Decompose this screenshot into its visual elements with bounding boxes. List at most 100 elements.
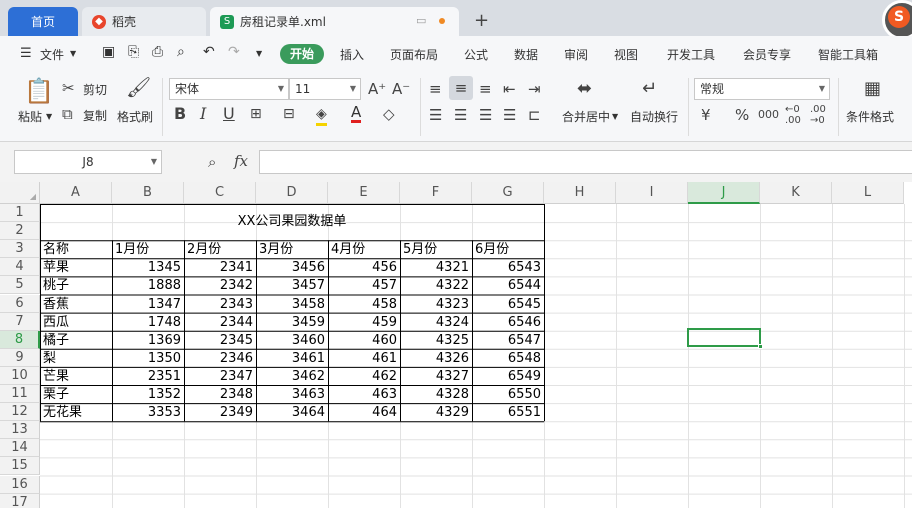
value-cell[interactable]: 1347 bbox=[113, 296, 183, 313]
value-cell[interactable]: 2341 bbox=[185, 259, 255, 276]
format-painter-button[interactable]: 格式刷 bbox=[117, 108, 153, 125]
header-cell[interactable]: 6月份 bbox=[473, 241, 543, 258]
value-cell[interactable]: 458 bbox=[329, 296, 399, 313]
font-color-icon[interactable]: A bbox=[351, 105, 362, 123]
font-size-select[interactable]: 11 ▼ bbox=[289, 78, 361, 100]
value-cell[interactable]: 462 bbox=[329, 368, 399, 385]
paste-button[interactable]: 粘贴 bbox=[18, 108, 42, 125]
name-cell[interactable]: 栗子 bbox=[41, 386, 111, 403]
chevron-down-icon[interactable]: ▼ bbox=[70, 49, 76, 58]
value-cell[interactable]: 2343 bbox=[185, 296, 255, 313]
conditional-format-icon[interactable]: ▦ bbox=[864, 80, 881, 98]
fill-color-icon[interactable]: ◈ bbox=[316, 105, 327, 126]
value-cell[interactable]: 4328 bbox=[401, 386, 471, 403]
value-cell[interactable]: 461 bbox=[329, 350, 399, 367]
wrap-text-button[interactable]: 自动换行 bbox=[630, 108, 678, 125]
menu-file[interactable]: 文件 bbox=[40, 46, 64, 63]
value-cell[interactable]: 4327 bbox=[401, 368, 471, 385]
conditional-format-button[interactable]: 条件格式 bbox=[846, 108, 894, 125]
value-cell[interactable]: 2345 bbox=[185, 332, 255, 349]
value-cell[interactable]: 3456 bbox=[257, 259, 327, 276]
value-cell[interactable]: 6549 bbox=[473, 368, 543, 385]
zoom-icon[interactable]: ⌕ bbox=[208, 153, 216, 171]
align-right-icon[interactable]: ☰ bbox=[479, 106, 492, 124]
menu-review[interactable]: 审阅 bbox=[564, 46, 588, 63]
increase-font-icon[interactable]: A⁺ bbox=[368, 80, 386, 98]
border-icon[interactable]: ⊞ bbox=[250, 105, 262, 123]
header-cell[interactable]: 1月份 bbox=[113, 241, 183, 258]
align-center-icon[interactable]: ☰ bbox=[454, 106, 467, 124]
value-cell[interactable]: 3462 bbox=[257, 368, 327, 385]
value-cell[interactable]: 3459 bbox=[257, 314, 327, 331]
menu-member[interactable]: 会员专享 bbox=[743, 46, 791, 63]
fill-style-icon[interactable]: ⊟ bbox=[283, 105, 295, 123]
value-cell[interactable]: 6544 bbox=[473, 277, 543, 294]
value-cell[interactable]: 460 bbox=[329, 332, 399, 349]
value-cell[interactable]: 1345 bbox=[113, 259, 183, 276]
decrease-indent-icon[interactable]: ⇤ bbox=[503, 80, 516, 98]
value-cell[interactable]: 6543 bbox=[473, 259, 543, 276]
menu-data[interactable]: 数据 bbox=[514, 46, 538, 63]
value-cell[interactable]: 1350 bbox=[113, 350, 183, 367]
value-cell[interactable]: 3463 bbox=[257, 386, 327, 403]
value-cell[interactable]: 2351 bbox=[113, 368, 183, 385]
merge-chevron-icon[interactable]: ▼ bbox=[612, 112, 618, 121]
menu-page-layout[interactable]: 页面布局 bbox=[390, 46, 438, 63]
merge-center-icon[interactable]: ⬌ bbox=[577, 80, 592, 98]
print-preview-icon[interactable]: ⌕ bbox=[177, 44, 185, 60]
increase-indent-icon[interactable]: ⇥ bbox=[528, 80, 541, 98]
decrease-font-icon[interactable]: A⁻ bbox=[392, 80, 410, 98]
menu-insert[interactable]: 插入 bbox=[340, 46, 364, 63]
value-cell[interactable]: 4329 bbox=[401, 404, 471, 421]
name-cell[interactable]: 桃子 bbox=[41, 277, 111, 294]
tab-file[interactable]: S 房租记录单.xml ▭ bbox=[210, 7, 459, 36]
fx-button[interactable]: fx bbox=[234, 152, 248, 170]
value-cell[interactable]: 3461 bbox=[257, 350, 327, 367]
align-top-icon[interactable]: ≡ bbox=[429, 80, 442, 98]
value-cell[interactable]: 2344 bbox=[185, 314, 255, 331]
italic-button[interactable]: I bbox=[200, 105, 206, 123]
menu-view[interactable]: 视图 bbox=[614, 46, 638, 63]
menu-formula[interactable]: 公式 bbox=[464, 46, 488, 63]
value-cell[interactable]: 6548 bbox=[473, 350, 543, 367]
value-cell[interactable]: 3464 bbox=[257, 404, 327, 421]
paste-icon[interactable]: 📋 bbox=[24, 78, 54, 104]
sheet-title-cell[interactable]: XX公司果园数据单 bbox=[40, 204, 544, 240]
export-icon[interactable]: ⎘ bbox=[128, 44, 139, 60]
font-name-select[interactable]: 宋体 ▼ bbox=[169, 78, 289, 100]
cut-button[interactable]: 剪切 bbox=[83, 81, 107, 98]
header-cell[interactable]: 4月份 bbox=[329, 241, 399, 258]
tab-docer[interactable]: ◆ 稻壳 bbox=[82, 7, 206, 36]
print-icon[interactable]: ⎙ bbox=[152, 44, 163, 60]
menu-smart-tools[interactable]: 智能工具箱 bbox=[818, 46, 878, 63]
header-cell[interactable]: 名称 bbox=[41, 241, 111, 258]
currency-button[interactable]: ¥ bbox=[701, 106, 711, 124]
tab-home[interactable]: 首页 bbox=[8, 7, 78, 36]
header-cell[interactable]: 3月份 bbox=[257, 241, 327, 258]
menu-start[interactable]: 开始 bbox=[280, 44, 324, 64]
bold-button[interactable]: B bbox=[174, 105, 186, 123]
value-cell[interactable]: 2349 bbox=[185, 404, 255, 421]
increase-decimal-icon[interactable]: ←0.00 bbox=[785, 104, 801, 126]
name-cell[interactable]: 橘子 bbox=[41, 332, 111, 349]
monitor-icon[interactable]: ▭ bbox=[416, 14, 426, 27]
new-tab-button[interactable]: + bbox=[474, 10, 489, 31]
cut-icon[interactable]: ✂ bbox=[62, 79, 75, 97]
underline-button[interactable]: U bbox=[223, 105, 235, 123]
active-cell-J8[interactable] bbox=[687, 328, 763, 349]
fill-handle[interactable] bbox=[758, 344, 763, 349]
value-cell[interactable]: 6545 bbox=[473, 296, 543, 313]
value-cell[interactable]: 4324 bbox=[401, 314, 471, 331]
clear-format-icon[interactable]: ◇ bbox=[383, 105, 395, 123]
hamburger-icon[interactable]: ☰ bbox=[20, 46, 32, 61]
value-cell[interactable]: 457 bbox=[329, 277, 399, 294]
undo-icon[interactable]: ↶ bbox=[203, 44, 215, 60]
decrease-decimal-icon[interactable]: .00 →0 bbox=[810, 104, 826, 126]
name-box[interactable]: J8 ▼ bbox=[14, 150, 162, 174]
value-cell[interactable]: 4322 bbox=[401, 277, 471, 294]
wrap-text-icon[interactable]: ↵ bbox=[642, 80, 657, 98]
thousands-button[interactable]: 000 bbox=[758, 106, 779, 124]
distributed-align-icon[interactable]: ⊏ bbox=[528, 106, 541, 124]
name-cell[interactable]: 梨 bbox=[41, 350, 111, 367]
value-cell[interactable]: 4321 bbox=[401, 259, 471, 276]
